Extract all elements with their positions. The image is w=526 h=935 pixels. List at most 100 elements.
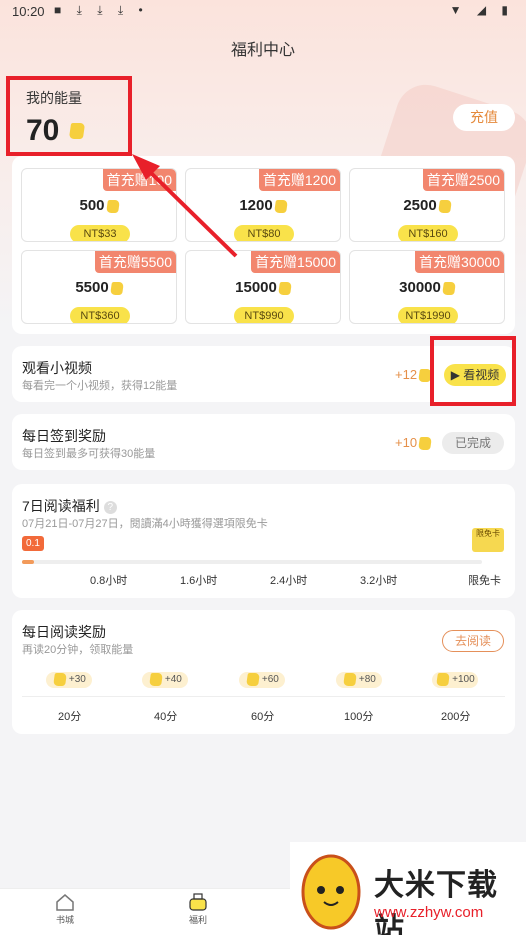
pack-amount-row: 1200 xyxy=(186,197,340,214)
pack-amount: 1200 xyxy=(239,197,273,214)
pack-card[interactable]: 首充赠5500 5500 NT$360 xyxy=(21,250,177,324)
checkin-reward-value: +10 xyxy=(395,435,418,450)
minute-label: 100分 xyxy=(344,711,374,723)
progress-fill xyxy=(22,560,34,564)
pack-amount-row: 2500 xyxy=(350,197,504,214)
tick-label: 1.6小时 xyxy=(180,575,218,587)
pack-amount-row: 5500 xyxy=(22,279,176,296)
watermark-url: www.zzhyw.com xyxy=(374,904,484,921)
free-card-icon: 限免卡 xyxy=(472,528,504,552)
bonus-value: +60 xyxy=(261,674,279,685)
energy-coin-icon xyxy=(53,672,68,686)
status-bar: 10:20 ■ ⤓ ⤓ ⤓ • ▼ ◢ ▮ xyxy=(0,0,526,24)
watch-video-highlight: ▶ 看视频 xyxy=(430,336,516,406)
pack-amount: 2500 xyxy=(403,197,437,214)
play-icon: ▶ xyxy=(450,368,464,382)
pack-amount-row: 15000 xyxy=(186,279,340,296)
checkin-task-reward: +10 xyxy=(395,435,432,451)
read-divider xyxy=(22,696,505,697)
pack-badge: 首充赠5500 xyxy=(94,251,176,273)
bonus-value: +40 xyxy=(164,674,182,685)
bonus-value: +100 xyxy=(452,674,475,685)
energy-coin-icon xyxy=(277,281,292,295)
home-icon xyxy=(56,894,74,911)
free-card-icon-text: 限免卡 xyxy=(476,529,500,538)
pack-amount: 15000 xyxy=(235,279,277,296)
pack-amount-row: 30000 xyxy=(350,279,504,296)
pack-amount-row: 500 xyxy=(22,197,176,214)
tick-label: 限免卡 xyxy=(468,575,501,587)
daily-read-subtitle: 再读20分钟，领取能量 xyxy=(22,644,134,656)
nav-label: 福利 xyxy=(188,915,207,925)
video-reward-value: +12 xyxy=(395,367,418,382)
energy-coin-icon xyxy=(418,437,432,451)
system-icons: ▼ ◢ ▮ xyxy=(449,3,514,17)
watch-video-label: 看视频 xyxy=(463,368,500,382)
energy-coin-icon xyxy=(109,281,124,295)
pack-price: NT$160 xyxy=(398,225,458,241)
energy-label: 我的能量 xyxy=(26,90,82,106)
tick-label: 2.4小时 xyxy=(270,575,308,587)
pack-price: NT$360 xyxy=(70,307,130,323)
help-icon[interactable]: ? xyxy=(103,500,117,514)
energy-coin-icon xyxy=(436,672,451,686)
pack-badge: 首充赠1200 xyxy=(258,169,340,191)
recharge-packs-panel: 首充赠100 500 NT$33 首充赠1200 1200 NT$80 首充赠2… xyxy=(12,156,515,334)
week-read-panel: 7日阅读福利? 07月21日-07月27日，閱讀滿4小時獲得選項限免卡 0.1 … xyxy=(12,484,515,598)
daily-read-title: 每日阅读奖励 xyxy=(22,624,106,640)
energy-coin-icon xyxy=(105,199,120,213)
energy-coin-icon xyxy=(273,199,288,213)
pack-price: NT$33 xyxy=(70,225,130,241)
video-task-subtitle: 每看完一个小视频，获得12能量 xyxy=(22,380,178,392)
energy-coin-icon xyxy=(68,122,86,140)
recharge-button[interactable]: 充值 xyxy=(453,104,515,131)
minute-label: 200分 xyxy=(441,711,471,723)
progress-tag: 0.1 xyxy=(22,536,44,551)
pack-badge: 首充赠15000 xyxy=(251,251,340,273)
week-read-title-row: 7日阅读福利? xyxy=(22,496,117,516)
watermark: 大米下载站 www.zzhyw.com xyxy=(290,842,526,935)
energy-panel: 我的能量 70 xyxy=(6,76,132,156)
bonus-pill: +80 xyxy=(336,672,382,688)
checkin-done-button[interactable]: 已完成 xyxy=(442,432,504,454)
week-read-subtitle: 07月21日-07月27日，閱讀滿4小時獲得選項限免卡 xyxy=(22,518,268,530)
bonus-pill: +60 xyxy=(239,672,285,688)
energy-coin-icon xyxy=(149,672,164,686)
gift-icon xyxy=(189,893,207,911)
watermark-title: 大米下载站 xyxy=(374,869,498,935)
pack-badge: 首充赠2500 xyxy=(422,169,504,191)
pack-card[interactable]: 首充赠2500 2500 NT$160 xyxy=(349,168,505,242)
minute-label: 20分 xyxy=(58,711,82,723)
pack-price: NT$990 xyxy=(234,307,294,323)
pack-card[interactable]: 首充赠1200 1200 NT$80 xyxy=(185,168,341,242)
egg-logo-icon xyxy=(301,854,361,930)
nav-label: 书城 xyxy=(55,915,74,925)
pack-price: NT$80 xyxy=(234,225,294,241)
bonus-pill: +100 xyxy=(432,672,478,688)
pack-price: NT$1990 xyxy=(398,307,458,323)
pack-amount: 30000 xyxy=(399,279,441,296)
pack-amount: 500 xyxy=(79,197,105,214)
bonus-pill: +30 xyxy=(46,672,92,688)
pack-badge: 首充赠100 xyxy=(102,169,176,191)
pack-card[interactable]: 首充赠15000 15000 NT$990 xyxy=(185,250,341,324)
pack-card[interactable]: 首充赠100 500 NT$33 xyxy=(21,168,177,242)
pack-card[interactable]: 首充赠30000 30000 NT$1990 xyxy=(349,250,505,324)
tick-label: 0.8小时 xyxy=(90,575,128,587)
week-read-title: 7日阅读福利 xyxy=(22,498,100,514)
energy-coin-icon xyxy=(441,281,456,295)
energy-value: 70 xyxy=(26,114,60,147)
energy-coin-icon xyxy=(437,199,452,213)
minute-label: 40分 xyxy=(154,711,178,723)
go-read-button[interactable]: 去阅读 xyxy=(442,630,504,652)
nav-item-welfare[interactable]: 福利 xyxy=(168,893,228,926)
watch-video-button[interactable]: ▶ 看视频 xyxy=(444,364,506,386)
bonus-value: +30 xyxy=(68,674,86,685)
pack-amount: 5500 xyxy=(75,279,109,296)
notification-icons: ■ ⤓ ⤓ ⤓ • xyxy=(54,3,149,17)
nav-item-bookstore[interactable]: 书城 xyxy=(35,893,95,926)
minute-label: 60分 xyxy=(251,711,275,723)
energy-coin-icon xyxy=(246,672,261,686)
status-time: 10:20 xyxy=(12,4,45,19)
checkin-task-title: 每日签到奖励 xyxy=(22,428,106,444)
